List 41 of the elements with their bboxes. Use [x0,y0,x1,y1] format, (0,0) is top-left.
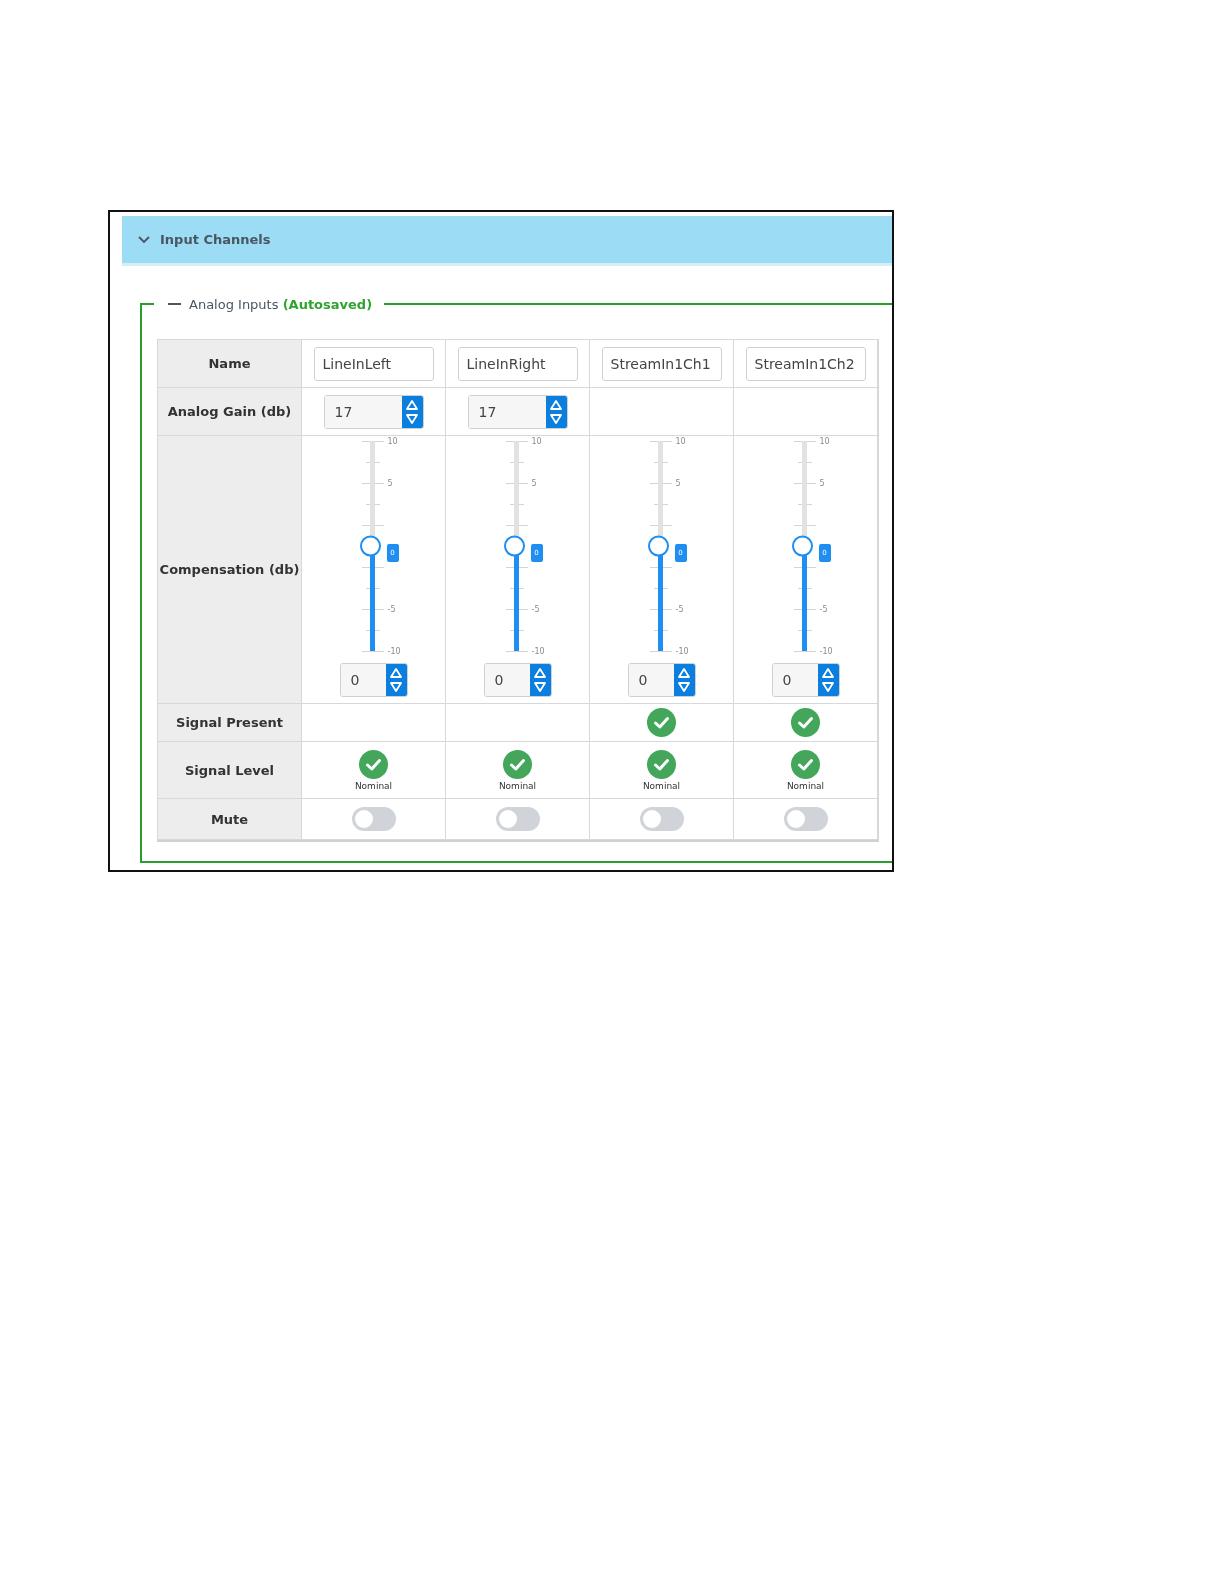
row-label: Compensation (db) [158,436,302,704]
signal-level-text: Nominal [642,780,681,791]
tick-label: 10 [675,436,686,446]
tick-label: -10 [387,646,401,656]
signal-level-text: Nominal [354,780,393,791]
tick-label: 10 [531,436,542,446]
row-label: Analog Gain (db) [158,388,302,436]
signal-level-text: Nominal [498,780,537,791]
mute-toggle[interactable] [783,807,828,831]
tick-label: 5 [531,478,537,488]
tick-label: -5 [531,604,540,614]
slider-thumb[interactable] [647,535,669,557]
name-field[interactable]: LineInLeft [313,346,434,381]
tick-label: -10 [675,646,689,656]
tick-label: -10 [819,646,833,656]
tick-label: -5 [675,604,684,614]
row-label: Signal Level [158,742,302,799]
slider-thumb[interactable] [791,535,813,557]
name-field[interactable]: LineInRight [457,346,578,381]
mute-toggle[interactable] [351,807,396,831]
tick-label: -5 [387,604,396,614]
tick-label: 10 [819,436,830,446]
slider-thumb[interactable] [359,535,381,557]
tick-label: 5 [675,478,681,488]
tick-label: 5 [387,478,393,488]
row-label: Mute [158,799,302,840]
slider-thumb[interactable] [503,535,525,557]
tick-label: -10 [531,646,545,656]
mute-toggle[interactable] [495,807,540,831]
section-header[interactable]: Input Channels [122,216,892,266]
tick-label: -5 [819,604,828,614]
section-title: Input Channels [160,232,271,247]
row-label: Name [158,340,302,388]
tick-label: 5 [819,478,825,488]
name-field[interactable]: StreamIn1Ch2 [745,346,866,381]
row-label: Signal Present [158,704,302,742]
name-field[interactable]: StreamIn1Ch1 [601,346,722,381]
mute-toggle[interactable] [639,807,684,831]
tick-label: 10 [387,436,398,446]
signal-level-text: Nominal [786,780,825,791]
group-title: Analog Inputs (Autosaved) [189,296,373,312]
